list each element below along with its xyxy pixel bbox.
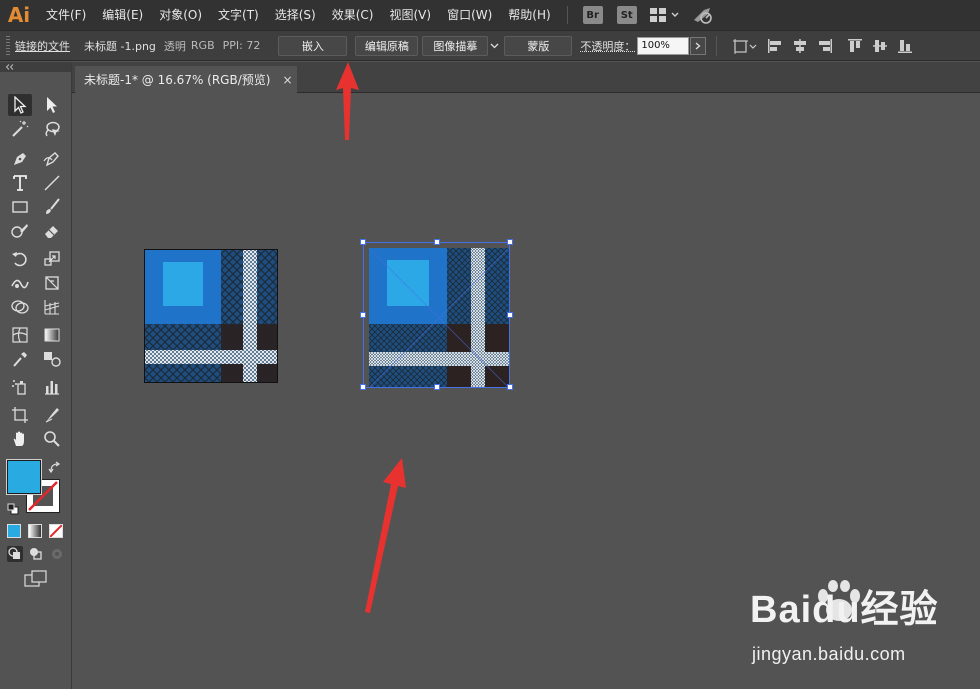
align-horizontal-center-icon[interactable] [790, 36, 810, 56]
type-tool-icon[interactable] [8, 172, 32, 194]
ppi-label: PPI: 72 [222, 39, 261, 52]
menu-object[interactable]: 对象(O) [151, 0, 210, 30]
align-right-icon[interactable] [815, 36, 835, 56]
lasso-tool-icon[interactable] [40, 118, 64, 140]
align-top-icon[interactable] [845, 36, 865, 56]
gradient-mode-icon[interactable] [28, 524, 42, 538]
shape-builder-tool-icon[interactable] [8, 296, 32, 318]
shaper-tool-icon[interactable] [8, 220, 32, 242]
none-mode-icon[interactable] [49, 524, 63, 538]
draw-normal-icon[interactable] [7, 546, 23, 562]
artboard-tool-icon[interactable] [8, 404, 32, 426]
swap-fill-stroke-icon[interactable] [48, 460, 62, 474]
linked-tartan-image[interactable] [144, 249, 278, 383]
paw-icon [818, 580, 860, 621]
column-graph-tool-icon[interactable] [40, 376, 64, 398]
scale-tool-icon[interactable] [40, 248, 64, 270]
baidu-watermark: Baidu经验 jingyan.baidu.com [750, 578, 970, 678]
bridge-button[interactable]: Br [582, 6, 603, 24]
app-logo: Ai [7, 3, 31, 27]
control-separator [716, 35, 718, 56]
opacity-label: 不透明度： [580, 39, 636, 53]
align-bottom-icon[interactable] [895, 36, 915, 56]
draw-behind-icon[interactable] [28, 546, 44, 562]
direct-selection-tool-icon[interactable] [40, 94, 64, 116]
resize-handle-middle-right[interactable] [507, 312, 513, 318]
magic-wand-tool-icon[interactable] [8, 118, 32, 140]
line-segment-tool-icon[interactable] [40, 172, 64, 194]
resize-handle-top-center[interactable] [434, 239, 440, 245]
width-tool-icon[interactable] [8, 272, 32, 294]
embed-button[interactable]: 嵌入 [278, 35, 348, 56]
image-trace-dropdown-icon[interactable] [488, 36, 500, 56]
file-name: 未标题 -1.png [84, 39, 156, 53]
opacity-input[interactable] [637, 36, 690, 55]
menu-bar: Ai 文件(F) 编辑(E) 对象(O) 文字(T) 选择(S) 效果(C) 视… [0, 0, 980, 30]
control-bar: 链接的文件 未标题 -1.png 透明 RGB PPI: 72 嵌入 编辑原稿 … [0, 30, 980, 61]
align-left-icon[interactable] [765, 36, 785, 56]
menu-view[interactable]: 视图(V) [381, 0, 439, 30]
perspective-grid-tool-icon[interactable] [40, 296, 64, 318]
menu-select[interactable]: 选择(S) [267, 0, 324, 30]
resize-handle-top-right[interactable] [507, 239, 513, 245]
resize-handle-bottom-left[interactable] [360, 384, 366, 390]
transparency-label: 透明 [163, 39, 186, 53]
menu-separator [566, 6, 568, 24]
menu-window[interactable]: 窗口(W) [439, 0, 500, 30]
resize-handle-bottom-right[interactable] [507, 384, 513, 390]
watermark-url: jingyan.baidu.com [752, 644, 906, 664]
close-tab-icon[interactable]: × [282, 73, 292, 87]
tools-panel [0, 62, 72, 689]
free-transform-tool-icon[interactable] [40, 272, 64, 294]
slice-tool-icon[interactable] [40, 404, 64, 426]
resize-handle-middle-left[interactable] [360, 312, 366, 318]
resize-handle-top-left[interactable] [360, 239, 366, 245]
tools-panel-header[interactable] [0, 62, 71, 72]
eyedropper-tool-icon[interactable] [8, 348, 32, 370]
menu-file[interactable]: 文件(F) [38, 0, 94, 30]
edit-original-button[interactable]: 编辑原稿 [355, 35, 419, 56]
resize-handle-bottom-center[interactable] [434, 384, 440, 390]
mesh-tool-icon[interactable] [8, 324, 32, 346]
document-tab[interactable]: 未标题-1* @ 16.67% (RGB/预览) × [75, 66, 297, 93]
document-tab-title: 未标题-1* @ 16.67% (RGB/预览) [84, 73, 271, 87]
menu-type[interactable]: 文字(T) [210, 0, 267, 30]
blend-tool-icon[interactable] [40, 348, 64, 370]
zoom-tool-icon[interactable] [40, 428, 64, 450]
color-mode-label: RGB [190, 39, 215, 52]
align-vertical-center-icon[interactable] [870, 36, 890, 56]
gpu-performance-icon[interactable] [686, 0, 720, 30]
symbol-sprayer-tool-icon[interactable] [8, 376, 32, 398]
eraser-tool-icon[interactable] [40, 220, 64, 242]
menu-edit[interactable]: 编辑(E) [94, 0, 151, 30]
pen-tool-icon[interactable] [8, 148, 32, 170]
panel-grip[interactable] [6, 35, 10, 56]
menu-effect[interactable]: 效果(C) [324, 0, 382, 30]
stock-button[interactable]: St [616, 6, 637, 24]
paintbrush-tool-icon[interactable] [40, 196, 64, 218]
rectangle-tool-icon[interactable] [8, 196, 32, 218]
selection-bounding-box[interactable] [363, 242, 510, 388]
fill-color-swatch-front[interactable] [6, 459, 42, 495]
default-fill-stroke-icon[interactable] [7, 500, 19, 515]
menu-help[interactable]: 帮助(H) [500, 0, 558, 30]
rotate-tool-icon[interactable] [8, 248, 32, 270]
image-trace-button[interactable]: 图像描摹 [422, 35, 489, 56]
curvature-tool-icon[interactable] [40, 148, 64, 170]
color-mode-icon[interactable] [7, 524, 21, 538]
illustrator-window: Ai 文件(F) 编辑(E) 对象(O) 文字(T) 选择(S) 效果(C) 视… [0, 0, 980, 689]
selection-tool-icon[interactable] [8, 94, 32, 116]
screen-mode-icon[interactable] [24, 570, 48, 588]
document-tab-bar: 未标题-1* @ 16.67% (RGB/预览) × [72, 62, 980, 93]
workspace-layout-icon[interactable] [644, 0, 686, 30]
hand-tool-icon[interactable] [8, 428, 32, 450]
draw-inside-icon[interactable] [49, 546, 65, 562]
gradient-tool-icon[interactable] [40, 324, 64, 346]
mask-button[interactable]: 蒙版 [504, 35, 573, 56]
align-to-icon[interactable] [730, 36, 760, 56]
opacity-arrow-button[interactable] [690, 36, 707, 55]
linked-file-link[interactable]: 链接的文件 [15, 38, 70, 54]
